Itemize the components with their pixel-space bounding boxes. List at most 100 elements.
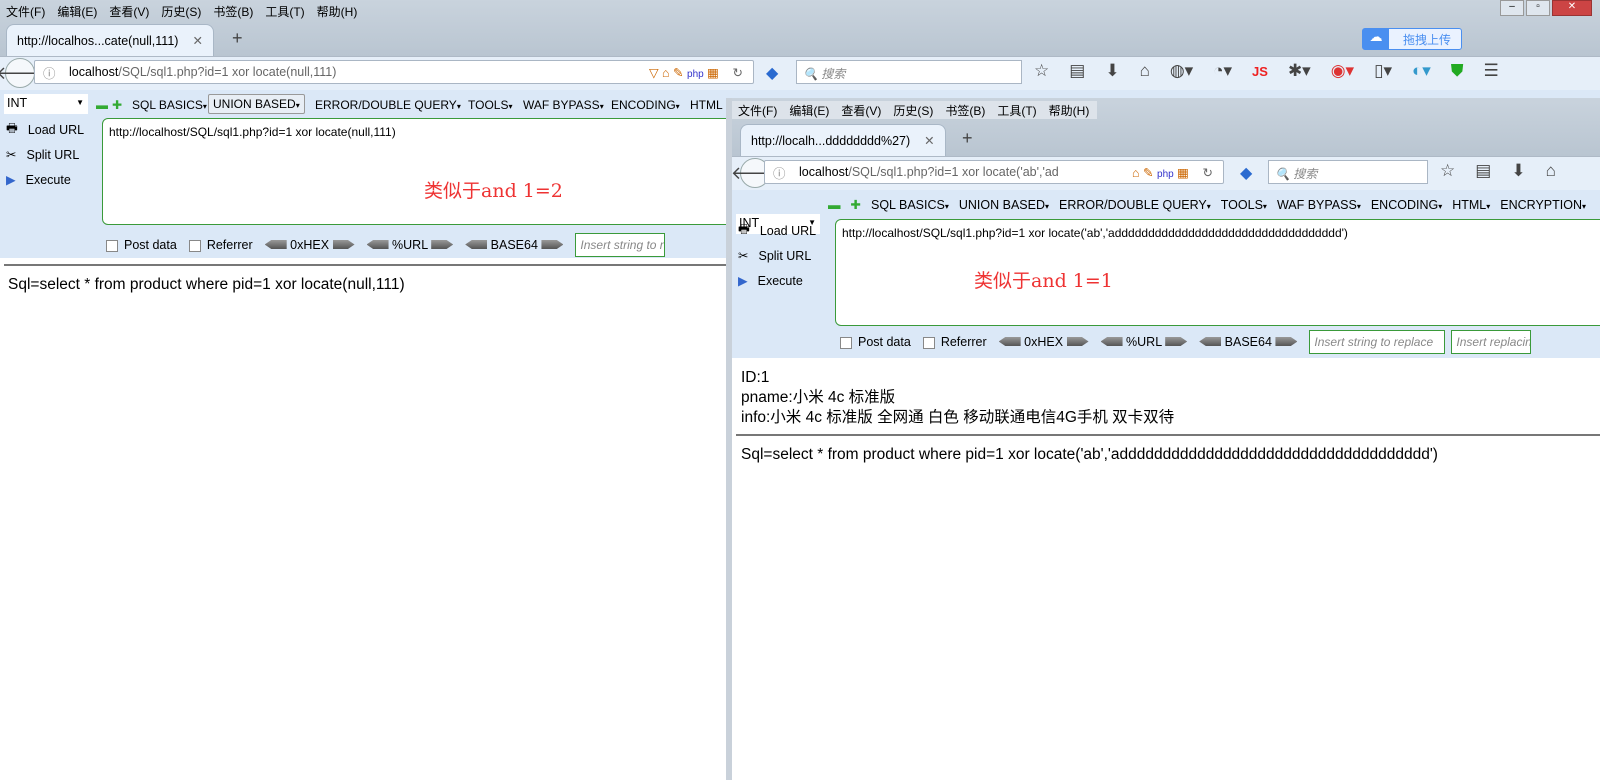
home-icon[interactable]: ⌂ [1140, 61, 1150, 81]
insert-string-input[interactable]: Insert string to replace [575, 233, 666, 257]
red-addon-icon[interactable]: ◉▾ [1331, 61, 1354, 81]
left-menubar: 文件(F) 编辑(E) 查看(V) 历史(S) 书签(B) 工具(T) 帮助(H… [0, 2, 357, 20]
split-url-button[interactable]: ✂ Split URL [738, 243, 816, 268]
new-tab-button[interactable]: + [232, 28, 243, 49]
menu-error-double[interactable]: ERROR/DOUBLE QUERY [1059, 198, 1211, 212]
menu-error-double[interactable]: ERROR/DOUBLE QUERY [315, 98, 461, 112]
left-url-textarea[interactable]: http://localhost/SQL/sql1.php?id=1 xor l… [102, 118, 742, 225]
pages-icon[interactable]: ▯▾ [1374, 61, 1392, 81]
menu-tools[interactable]: TOOLS [468, 98, 512, 112]
sync-icon[interactable]: ◐▾ [1412, 61, 1431, 81]
menu-help[interactable]: 帮助(H) [1049, 102, 1090, 119]
menu-bookmarks[interactable]: 书签(B) [945, 102, 985, 119]
load-url-button[interactable]: 🖶 Load URL [738, 218, 816, 243]
close-tab-icon[interactable]: ✕ [192, 33, 202, 48]
left-hackbar-options: Post data Referrer 0xHEX %URL BASE64 Ins… [106, 233, 666, 257]
expand-icon[interactable]: ✚ [851, 197, 861, 212]
back-button[interactable]: 🡐 [0, 58, 44, 88]
base64-button[interactable]: BASE64 [465, 238, 564, 252]
url-encode-button[interactable]: %URL [1100, 335, 1188, 349]
menu-view[interactable]: 查看(V) [841, 102, 881, 119]
left-separator [4, 264, 728, 266]
menu-tools[interactable]: 工具(T) [997, 102, 1036, 119]
download-icon[interactable]: ⬇ [1511, 161, 1525, 181]
cookie-icon[interactable]: ◔▾ [1213, 61, 1232, 81]
referrer-checkbox[interactable]: Referrer [922, 335, 987, 349]
download-icon[interactable]: ⬇ [1105, 61, 1119, 81]
base64-button[interactable]: BASE64 [1199, 335, 1298, 349]
load-url-button[interactable]: 🖶 Load URL [6, 117, 84, 142]
menu-icon[interactable]: ☰ [1484, 61, 1499, 81]
reader-icon[interactable]: ▤ [1069, 61, 1085, 81]
maximize-button[interactable]: ▫ [1526, 0, 1550, 16]
right-tab[interactable]: http://localh...dddddddd%27) ✕ [740, 124, 946, 156]
post-data-checkbox[interactable]: Post data [106, 238, 177, 252]
post-data-checkbox[interactable]: Post data [840, 335, 911, 349]
insert-replacing-input[interactable]: Insert replacing string [1451, 330, 1532, 354]
close-tab-icon[interactable]: ✕ [924, 133, 934, 148]
bird-icon[interactable]: ◆ [766, 63, 778, 83]
menu-union-based[interactable]: UNION BASED [959, 198, 1049, 212]
result-pname: pname:小米 4c 标准版 [741, 389, 896, 406]
expand-icon[interactable]: ✚ [112, 98, 122, 112]
minimize-button[interactable]: – [1500, 0, 1524, 16]
bird-icon[interactable]: ◆ [1240, 163, 1252, 183]
menu-help[interactable]: 帮助(H) [317, 3, 358, 20]
right-hackbar-actions: 🖶 Load URL ✂ Split URL ▶ Execute [738, 218, 816, 293]
referrer-checkbox[interactable]: Referrer [188, 238, 253, 252]
collapse-icon[interactable]: ▬ [96, 98, 108, 112]
menu-sql-basics[interactable]: SQL BASICS [871, 198, 949, 212]
collapse-icon[interactable]: ▬ [828, 198, 841, 212]
right-url-bar[interactable]: ⓘ localhost/SQL/sql1.php?id=1 xor locate… [764, 160, 1224, 184]
menu-tools[interactable]: 工具(T) [265, 3, 304, 20]
close-button[interactable]: ✕ [1552, 0, 1592, 16]
menu-view[interactable]: 查看(V) [109, 3, 149, 20]
new-tab-button[interactable]: + [962, 128, 973, 149]
search-box[interactable]: 🔍 搜索 [796, 60, 1022, 84]
menu-union-based[interactable]: UNION BASED [208, 94, 305, 114]
menu-waf-bypass[interactable]: WAF BYPASS [523, 98, 604, 112]
globe-icon[interactable]: ◍▾ [1170, 61, 1193, 81]
menu-sql-basics[interactable]: SQL BASICS [132, 98, 207, 112]
home-icon[interactable]: ⌂ [1546, 161, 1556, 181]
menu-edit[interactable]: 编辑(E) [789, 102, 829, 119]
reload-icon[interactable]: ↻ [733, 65, 743, 80]
menu-html[interactable]: HTML [690, 98, 723, 112]
menu-tools[interactable]: TOOLS [1221, 198, 1267, 212]
left-hackbar-actions: 🖶 Load URL ✂ Split URL ▶ Execute [6, 117, 84, 192]
left-url-bar[interactable]: ⓘ localhost/SQL/sql1.php?id=1 xor locate… [34, 60, 754, 84]
addon-icons: ⌂ ✎ php ▦ [1132, 164, 1189, 180]
insert-string-input[interactable]: Insert string to replace [1309, 330, 1446, 354]
result-id: ID:1 [741, 369, 770, 386]
left-tab[interactable]: http://localhos...cate(null,111) ✕ [6, 24, 214, 56]
upload-widget[interactable]: ☁ 拖拽上传 [1362, 28, 1462, 50]
js-icon[interactable]: JS [1252, 64, 1268, 79]
right-url-textarea[interactable]: http://localhost/SQL/sql1.php?id=1 xor l… [835, 219, 1600, 326]
menu-encryption[interactable]: ENCRYPTION [1500, 198, 1586, 212]
bookmark-star-icon[interactable]: ☆ [1440, 161, 1455, 181]
bookmark-star-icon[interactable]: ☆ [1034, 61, 1049, 81]
shield-icon[interactable]: ⛊ [1451, 61, 1464, 81]
hex-encode-button[interactable]: 0xHEX [998, 335, 1089, 349]
menu-history[interactable]: 历史(S) [161, 3, 201, 20]
search-box[interactable]: 🔍 搜索 [1268, 160, 1428, 184]
menu-edit[interactable]: 编辑(E) [57, 3, 97, 20]
left-type-select[interactable]: INT [4, 94, 88, 114]
execute-button[interactable]: ▶ Execute [6, 167, 84, 192]
reader-icon[interactable]: ▤ [1475, 161, 1491, 181]
menu-bookmarks[interactable]: 书签(B) [213, 3, 253, 20]
menu-file[interactable]: 文件(F) [6, 3, 45, 20]
execute-button[interactable]: ▶ Execute [738, 268, 816, 293]
menu-history[interactable]: 历史(S) [893, 102, 933, 119]
menu-encoding[interactable]: ENCODING [1371, 198, 1442, 212]
bug-icon[interactable]: ✱▾ [1288, 61, 1311, 81]
split-url-button[interactable]: ✂ Split URL [6, 142, 84, 167]
url-encode-button[interactable]: %URL [366, 238, 454, 252]
menu-file[interactable]: 文件(F) [738, 102, 777, 119]
right-hackbar-menu: ▬ ✚ SQL BASICS UNION BASED ERROR/DOUBLE Q… [828, 197, 1586, 213]
menu-waf-bypass[interactable]: WAF BYPASS [1277, 198, 1361, 212]
menu-html[interactable]: HTML [1452, 198, 1490, 212]
reload-icon[interactable]: ↻ [1203, 165, 1213, 180]
hex-encode-button[interactable]: 0xHEX [264, 238, 355, 252]
menu-encoding[interactable]: ENCODING [611, 98, 680, 112]
